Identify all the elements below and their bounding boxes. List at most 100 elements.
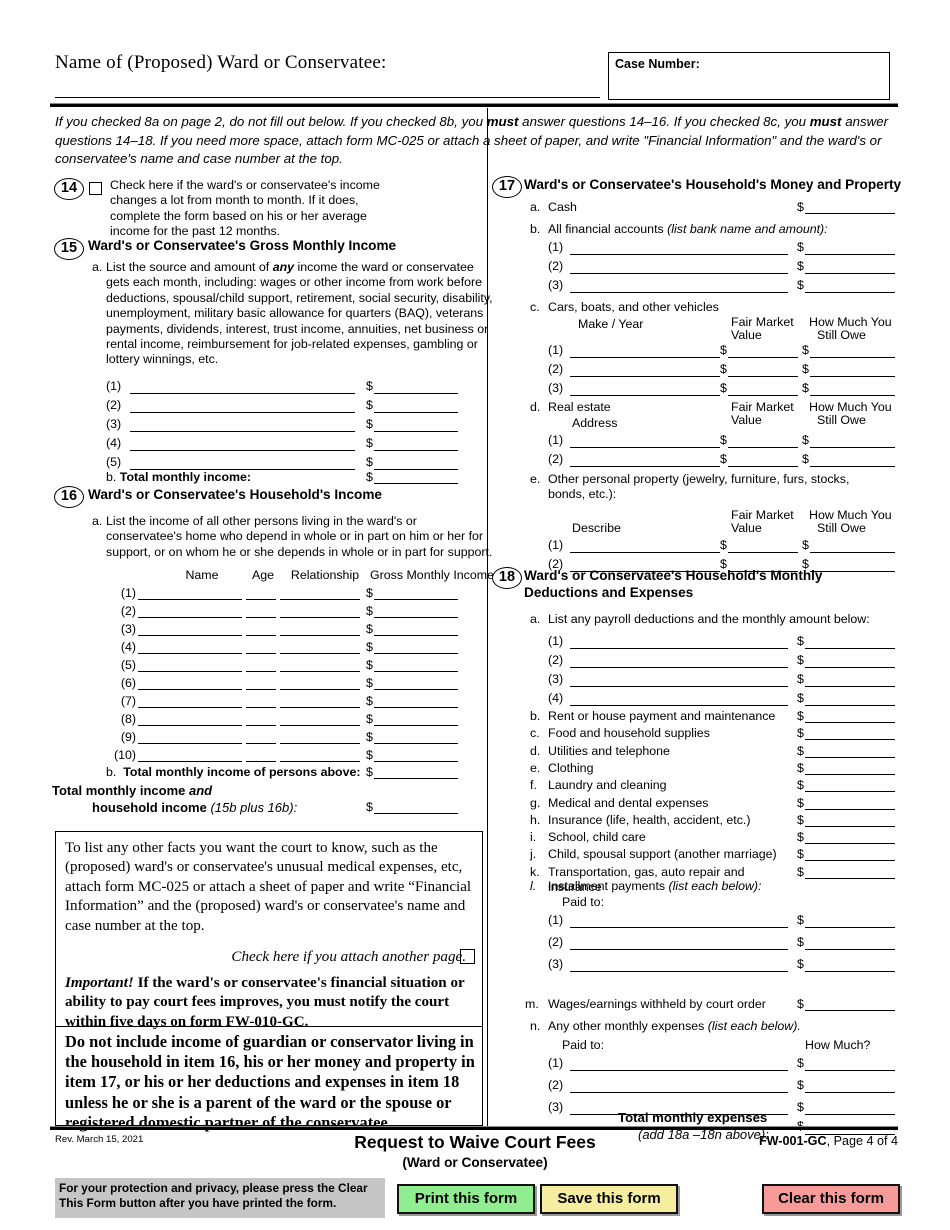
item-16-row-relationship-line-6[interactable] [280, 689, 360, 690]
item-17b-row-amount-line-1[interactable] [805, 254, 895, 255]
item-15b-line[interactable] [374, 483, 458, 484]
item-16-row-age-line-2[interactable] [246, 617, 276, 618]
item-18a-row-desc-line-1[interactable] [570, 648, 788, 649]
item-18l-row-amount-line-1[interactable] [805, 927, 895, 928]
item-18n-row-amount-line-3[interactable] [805, 1114, 895, 1115]
item-16-row-relationship-line-7[interactable] [280, 707, 360, 708]
item-17c-row-fmv-line-1[interactable] [728, 357, 798, 358]
item-18b-line[interactable] [805, 722, 895, 723]
item-18l-row-paidto-line-3[interactable] [570, 971, 788, 972]
item-18l-row-paidto-line-2[interactable] [570, 949, 788, 950]
item-17c-row-owe-line-3[interactable] [810, 395, 895, 396]
item-18a-row-desc-line-3[interactable] [570, 686, 788, 687]
item-16-row-name-line-8[interactable] [138, 725, 242, 726]
item-17c-row-owe-line-2[interactable] [810, 376, 895, 377]
item-17b-row-name-line-3[interactable] [570, 292, 788, 293]
item-18l-row-amount-line-3[interactable] [805, 971, 895, 972]
item-16-row-income-line-3[interactable] [374, 635, 458, 636]
item-17d-row-fmv-line-1[interactable] [728, 447, 798, 448]
item-15-row-amount-line-4[interactable] [374, 450, 458, 451]
item-17b-row-name-line-1[interactable] [570, 254, 788, 255]
item-17c-row-make-line-2[interactable] [570, 376, 720, 377]
item-17b-row-amount-line-3[interactable] [805, 292, 895, 293]
item-17e-row-owe-line-1[interactable] [810, 552, 895, 553]
item-18n-row-paidto-line-2[interactable] [570, 1092, 788, 1093]
item-15-row-source-line-3[interactable] [130, 431, 355, 432]
item-17d-row-address-line-1[interactable] [570, 447, 720, 448]
item-16-row-relationship-line-5[interactable] [280, 671, 360, 672]
item-17e-row-describe-line-1[interactable] [570, 552, 720, 553]
item-16-row-name-line-3[interactable] [138, 635, 242, 636]
item-18a-row-desc-line-2[interactable] [570, 667, 788, 668]
item-16-row-name-line-9[interactable] [138, 743, 242, 744]
item-16-row-age-line-5[interactable] [246, 671, 276, 672]
item-17e-row-fmv-line-1[interactable] [728, 552, 798, 553]
item-16-row-relationship-line-8[interactable] [280, 725, 360, 726]
item-18d-line[interactable] [805, 756, 895, 758]
item-16-row-age-line-9[interactable] [246, 743, 276, 744]
item-16-row-relationship-line-1[interactable] [280, 599, 360, 600]
item-18a-row-amount-line-1[interactable] [805, 648, 895, 649]
item-17b-row-amount-line-2[interactable] [805, 273, 895, 274]
ward-name-line[interactable] [55, 97, 600, 98]
item-15-row-amount-line-1[interactable] [374, 393, 458, 394]
item-16-row-age-line-4[interactable] [246, 653, 276, 654]
item-16-row-income-line-1[interactable] [374, 599, 458, 600]
item-16-row-name-line-7[interactable] [138, 707, 242, 708]
item-15-row-amount-line-2[interactable] [374, 412, 458, 413]
item-17c-row-owe-line-1[interactable] [810, 357, 895, 358]
clear-form-button[interactable]: Clear this form [762, 1184, 900, 1214]
item-16-row-age-line-7[interactable] [246, 707, 276, 708]
item-16-row-age-line-8[interactable] [246, 725, 276, 726]
item-16-row-income-line-4[interactable] [374, 653, 458, 654]
item-18n-row-amount-line-2[interactable] [805, 1092, 895, 1093]
item-18l-row-paidto-line-1[interactable] [570, 927, 788, 928]
item-18n-row-paidto-line-1[interactable] [570, 1070, 788, 1071]
item-16-row-name-line-5[interactable] [138, 671, 242, 672]
item-15-row-source-line-2[interactable] [130, 412, 355, 413]
item-16b-line[interactable] [374, 778, 458, 779]
item-17c-row-make-line-3[interactable] [570, 395, 720, 396]
item-17d-row-fmv-line-2[interactable] [728, 466, 798, 467]
item-18a-row-amount-line-3[interactable] [805, 686, 895, 687]
item-16-row-name-line-4[interactable] [138, 653, 242, 654]
item-16-row-name-line-10[interactable] [138, 761, 242, 762]
item-16-row-age-line-3[interactable] [246, 635, 276, 636]
item-16-row-income-line-7[interactable] [374, 707, 458, 708]
item-16-row-age-line-6[interactable] [246, 689, 276, 690]
item-15-row-source-line-4[interactable] [130, 450, 355, 451]
item-18i-line[interactable] [805, 843, 895, 845]
save-form-button[interactable]: Save this form [540, 1184, 678, 1214]
item-16-row-age-line-1[interactable] [246, 599, 276, 600]
item-16-row-income-line-5[interactable] [374, 671, 458, 672]
item-18c-line[interactable] [805, 739, 895, 741]
item-14-checkbox[interactable] [89, 182, 102, 195]
attach-another-page-checkbox[interactable] [460, 949, 475, 964]
item-18a-row-amount-line-4[interactable] [805, 705, 895, 706]
item-17d-row-owe-line-2[interactable] [810, 466, 895, 467]
item-18e-line[interactable] [805, 773, 895, 775]
item-18g-line[interactable] [805, 808, 895, 810]
item-16-row-relationship-line-10[interactable] [280, 761, 360, 762]
item-17c-row-fmv-line-3[interactable] [728, 395, 798, 396]
item-18j-line[interactable] [805, 860, 895, 862]
item-16-row-name-line-6[interactable] [138, 689, 242, 690]
item-18a-row-desc-line-4[interactable] [570, 705, 788, 706]
item-17d-row-owe-line-1[interactable] [810, 447, 895, 448]
item-16-row-name-line-1[interactable] [138, 599, 242, 600]
item-18f-line[interactable] [805, 791, 895, 793]
item-16-row-relationship-line-4[interactable] [280, 653, 360, 654]
item-18a-row-amount-line-2[interactable] [805, 667, 895, 668]
total-income-line[interactable] [374, 813, 458, 814]
item-16-row-income-line-6[interactable] [374, 689, 458, 690]
item-16-row-relationship-line-3[interactable] [280, 635, 360, 636]
item-15-row-source-line-1[interactable] [130, 393, 355, 394]
item-16-row-income-line-8[interactable] [374, 725, 458, 726]
item-17d-row-address-line-2[interactable] [570, 466, 720, 467]
item-17a-line[interactable] [805, 213, 895, 214]
item-18l-row-amount-line-2[interactable] [805, 949, 895, 950]
item-15-row-amount-line-5[interactable] [374, 469, 458, 470]
item-17c-row-fmv-line-2[interactable] [728, 376, 798, 377]
item-17c-row-make-line-1[interactable] [570, 357, 720, 358]
item-16-row-name-line-2[interactable] [138, 617, 242, 618]
